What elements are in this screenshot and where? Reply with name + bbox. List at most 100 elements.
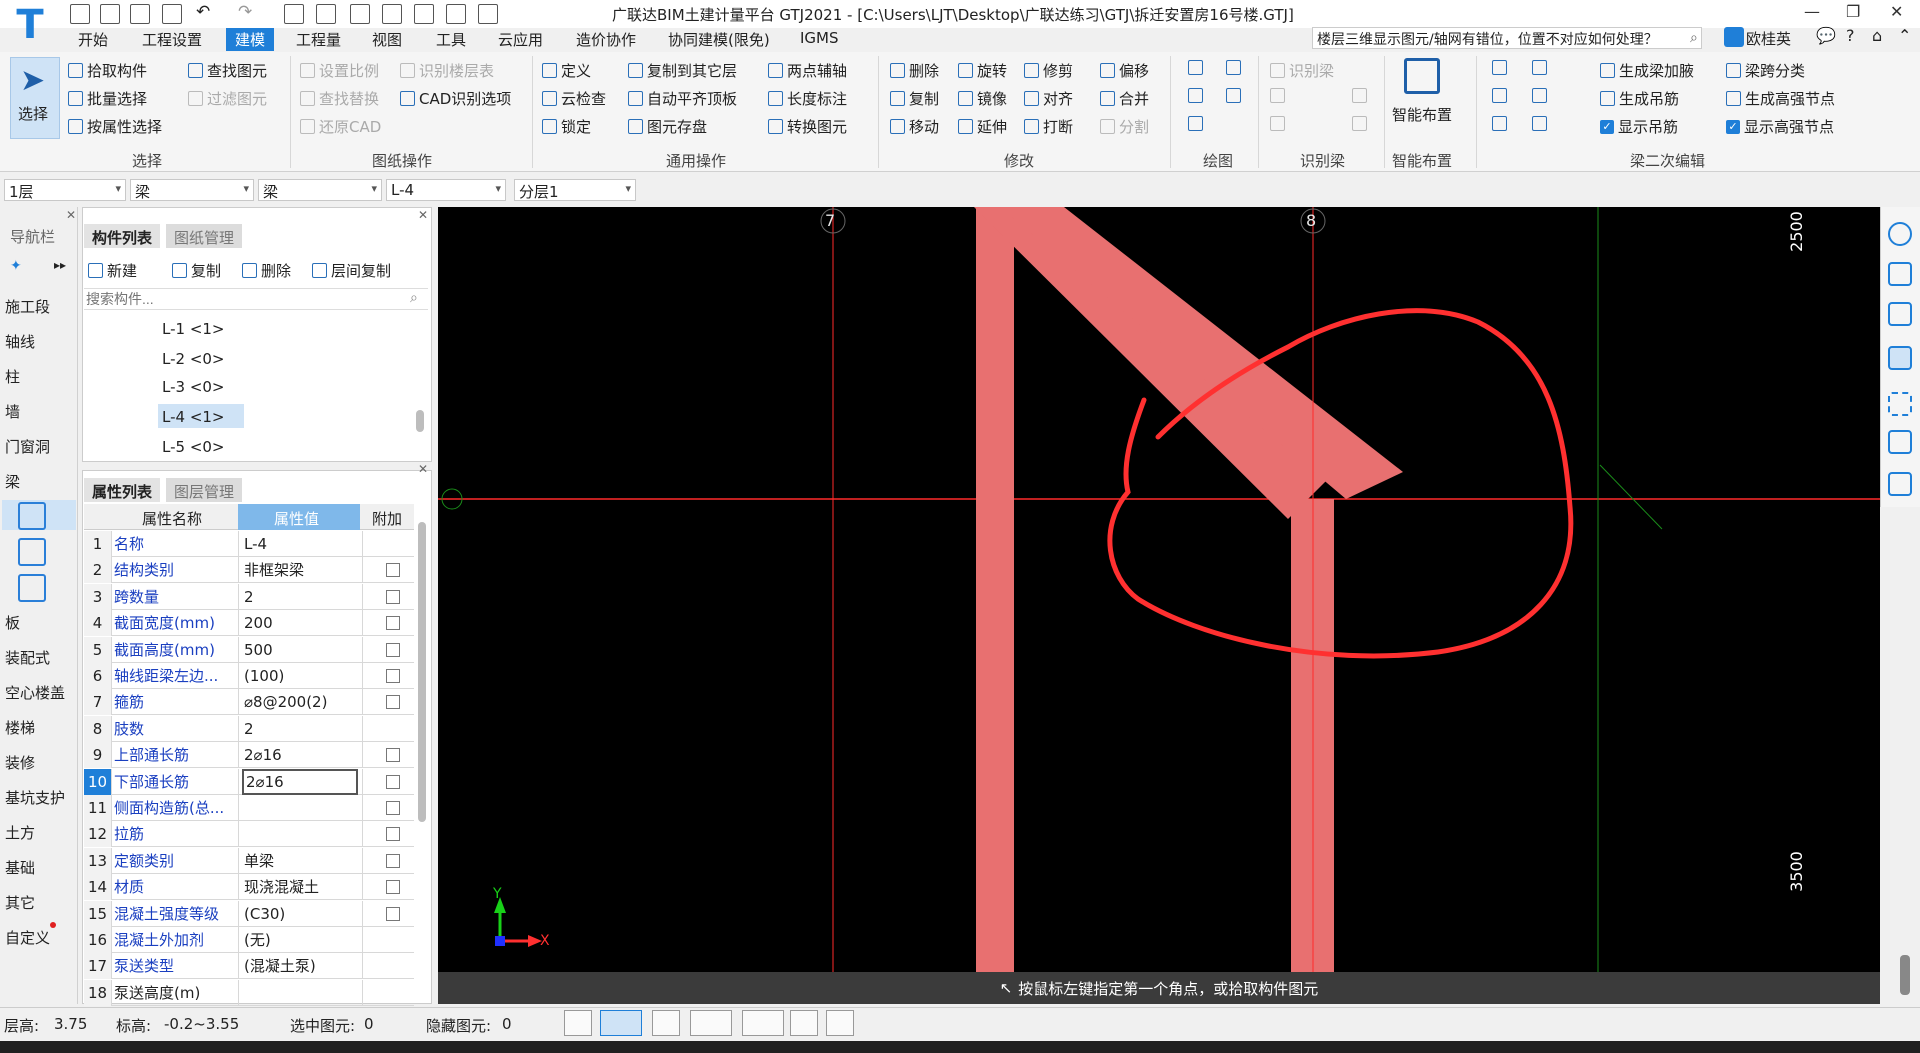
tab-drawing-management[interactable]: 图纸管理 — [166, 224, 243, 248]
canvas-scrollbar[interactable] — [1900, 955, 1910, 995]
table-row[interactable]: 7 箍筋 ⌀8@200(2) — [84, 689, 414, 716]
recognize-icon-3[interactable] — [1270, 116, 1285, 131]
extra-checkbox[interactable] — [386, 853, 400, 868]
group-drawing-ops[interactable]: 图纸操作 — [372, 150, 432, 171]
two-point-axis-button[interactable]: 两点辅轴 — [768, 60, 847, 81]
collapse-icon[interactable]: ⌃ — [1898, 26, 1911, 45]
arc-icon[interactable] — [1188, 116, 1203, 131]
table-row[interactable]: 9 上部通长筋 2⌀16 — [84, 742, 414, 769]
extra-checkbox[interactable] — [386, 669, 400, 683]
table-row[interactable]: 8 肢数 2 — [84, 715, 414, 742]
connecting-beam-icon[interactable] — [18, 574, 46, 602]
help-icon[interactable]: ? — [1846, 26, 1855, 45]
nav-item-custom[interactable]: 自定义 — [5, 927, 50, 948]
gen-node-button[interactable]: 生成高强节点 — [1726, 88, 1835, 109]
table-row[interactable]: 17 泵送类型 (混凝土泵) — [84, 953, 414, 980]
property-value[interactable]: L-4 — [242, 531, 360, 557]
layer-select[interactable]: 分层1 — [514, 179, 636, 201]
angle-toggle-icon[interactable] — [690, 1010, 732, 1036]
menu-view[interactable]: 视图 — [372, 29, 402, 50]
display-settings-icon[interactable] — [1888, 430, 1912, 454]
extra-checkbox[interactable] — [386, 642, 400, 657]
panel-close-icon[interactable]: ✕ — [418, 462, 428, 476]
cloud-check-button[interactable]: 云检查 — [542, 88, 606, 109]
copy-button[interactable]: 复制 — [890, 88, 939, 109]
extra-checkbox[interactable] — [386, 774, 400, 789]
table-row[interactable]: 14 材质 现浇混凝土 — [84, 874, 414, 901]
new-component-button[interactable]: 新建 — [88, 260, 137, 281]
nav-item-prefab[interactable]: 装配式 — [5, 647, 50, 668]
property-value[interactable]: 单梁 — [242, 848, 360, 874]
property-value[interactable]: 2⌀16 — [242, 768, 358, 795]
offset-toggle-icon[interactable] — [742, 1010, 784, 1036]
group-general[interactable]: 通用操作 — [666, 150, 726, 171]
list-item[interactable]: L-5 <0> — [162, 438, 225, 456]
nav-close-icon[interactable]: ✕ — [66, 208, 76, 222]
convert-element-button[interactable]: 转换图元 — [768, 116, 847, 137]
beam-tool-icon-4[interactable] — [1532, 88, 1547, 103]
table-row[interactable]: 1 名称 L-4 — [84, 531, 414, 557]
save-icon[interactable] — [162, 4, 182, 24]
nav-item-slab[interactable]: 板 — [5, 612, 20, 633]
batch-select-button[interactable]: 批量选择 — [68, 88, 147, 109]
break-button[interactable]: 打断 — [1024, 116, 1073, 137]
floor-copy-button[interactable]: 层间复制 — [312, 260, 391, 281]
property-value[interactable]: 现浇混凝土 — [242, 874, 360, 900]
extend-button[interactable]: 延伸 — [958, 116, 1007, 137]
beam-tool-icon-3[interactable] — [1492, 88, 1507, 103]
menu-start[interactable]: 开始 — [78, 29, 108, 50]
table-row[interactable]: 10 下部通长筋 2⌀16 — [84, 768, 414, 795]
circle-icon[interactable] — [1226, 60, 1241, 75]
minimize-icon[interactable]: — — [1804, 2, 1820, 21]
table-row[interactable]: 16 混凝土外加剂 (无) — [84, 927, 414, 953]
folder-icon[interactable] — [130, 4, 150, 24]
nav-item-construction-section[interactable]: 施工段 — [5, 296, 50, 317]
recognize-icon[interactable] — [1270, 88, 1285, 103]
layer-list-icon[interactable] — [1888, 472, 1912, 496]
trim-button[interactable]: 修剪 — [1024, 60, 1073, 81]
scrollbar[interactable] — [418, 522, 426, 822]
auto-level-button[interactable]: 自动平齐顶板 — [628, 88, 737, 109]
nav-item-earthwork[interactable]: 土方 — [5, 822, 35, 843]
nav-item-hollow-floor[interactable]: 空心楼盖 — [5, 682, 65, 703]
align-button[interactable]: 对齐 — [1024, 88, 1073, 109]
nav-item-pit-support[interactable]: 基坑支护 — [5, 787, 65, 808]
scrollbar[interactable] — [416, 410, 424, 432]
lock-button[interactable]: 锁定 — [542, 116, 591, 137]
beam-tool-icon-1[interactable] — [1492, 60, 1507, 75]
redo-icon[interactable]: ↷ — [238, 2, 252, 22]
point-icon[interactable] — [1188, 60, 1203, 75]
select-by-attribute-button[interactable]: 按属性选择 — [68, 116, 162, 137]
tab-layer-management[interactable]: 图层管理 — [166, 478, 243, 502]
nav-item-foundation[interactable]: 基础 — [5, 857, 35, 878]
smart-layout-label[interactable]: 智能布置 — [1392, 104, 1452, 125]
component-search-input[interactable] — [84, 288, 428, 310]
gen-haunch-button[interactable]: 生成梁加腋 — [1600, 60, 1694, 81]
copy-to-other-floor-button[interactable]: 复制到其它层 — [628, 60, 737, 81]
table-row[interactable]: 2 结构类别 非框架梁 — [84, 557, 414, 584]
nav-item-other[interactable]: 其它 — [5, 892, 35, 913]
nav-item-beam[interactable]: 梁 — [5, 471, 20, 492]
open-file-icon[interactable] — [100, 4, 120, 24]
ortho-toggle-icon[interactable] — [564, 1010, 592, 1036]
menu-modeling[interactable]: 建模 — [226, 28, 275, 51]
3d-view-icon[interactable] — [1888, 262, 1912, 286]
beam-tool-icon-2[interactable] — [1532, 60, 1547, 75]
set-scale-button[interactable]: 设置比例 — [300, 60, 379, 81]
help-search-box[interactable]: 楼层三维显示图元/轴网有错位，位置不对应如何处理？ — [1312, 27, 1702, 49]
extra-checkbox[interactable] — [386, 616, 400, 631]
delete-button[interactable]: 删除 — [890, 60, 939, 81]
iso-view-icon[interactable] — [1888, 346, 1912, 370]
restore-icon[interactable]: ❐ — [1846, 2, 1860, 21]
component-select[interactable]: L-4 — [386, 179, 506, 201]
chat-icon[interactable]: 💬 — [1816, 26, 1836, 45]
property-value[interactable]: 2 — [242, 584, 360, 610]
beam-tool-icon-5[interactable] — [1492, 116, 1507, 131]
extra-checkbox[interactable] — [386, 748, 400, 763]
nav-item-decoration[interactable]: 装修 — [5, 752, 35, 773]
list-item[interactable]: L-3 <0> — [162, 378, 225, 396]
fullscreen-icon[interactable] — [1888, 392, 1912, 416]
element-save-button[interactable]: 图元存盘 — [628, 116, 707, 137]
restore-cad-button[interactable]: 还原CAD — [300, 116, 381, 137]
export-icon[interactable] — [478, 4, 498, 24]
